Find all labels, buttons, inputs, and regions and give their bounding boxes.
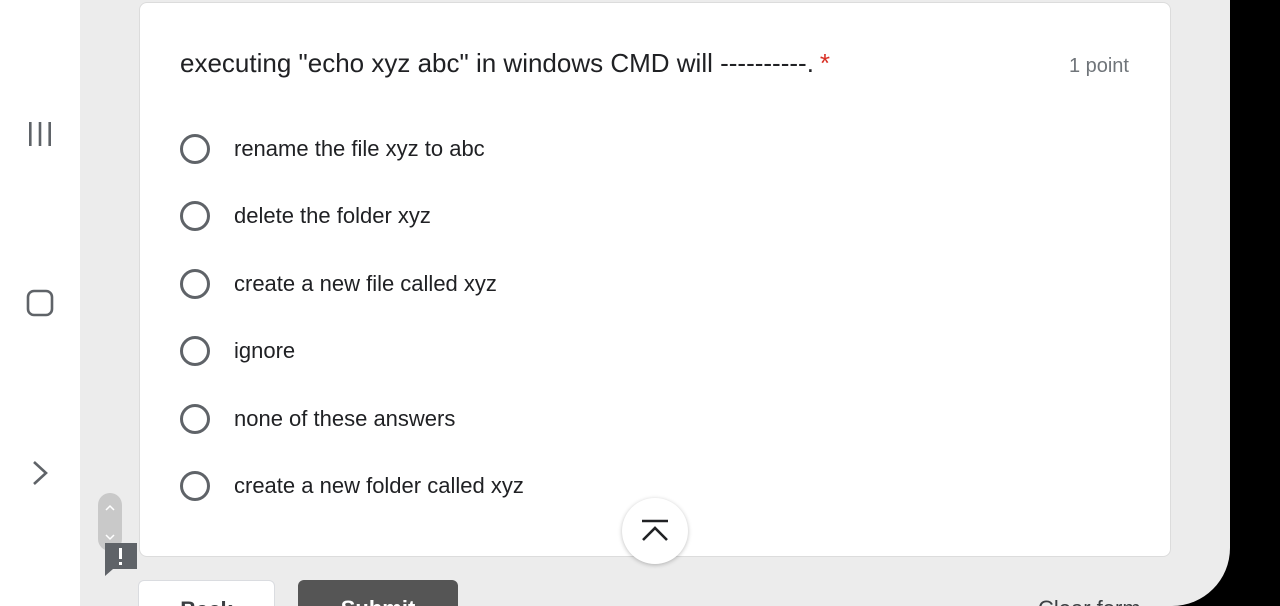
option-label: create a new folder called xyz	[234, 473, 524, 498]
option-label: rename the file xyz to abc	[234, 136, 485, 161]
option-rename-file[interactable]: rename the file xyz to abc	[178, 129, 778, 169]
option-label: none of these answers	[234, 406, 456, 431]
question-text: executing "echo xyz abc" in windows CMD …	[180, 48, 814, 78]
points-label: 1 point	[1068, 55, 1129, 77]
android-navigation-bar	[0, 0, 80, 606]
back-nav-button[interactable]	[10, 443, 70, 503]
radio-button[interactable]	[180, 201, 210, 231]
option-label: delete the folder xyz	[234, 203, 431, 228]
recents-button[interactable]	[10, 104, 70, 164]
question-title: executing "echo xyz abc" in windows CMD …	[180, 48, 830, 79]
option-label: ignore	[234, 338, 296, 363]
home-icon	[26, 289, 54, 317]
option-none[interactable]: none of these answers	[178, 399, 778, 439]
option-delete-folder[interactable]: delete the folder xyz	[178, 196, 778, 236]
recents-icon	[29, 122, 51, 146]
question-card: executing "echo xyz abc" in windows CMD …	[139, 2, 1171, 557]
form-screen: executing "echo xyz abc" in windows CMD …	[80, 0, 1230, 606]
required-asterisk: *	[819, 48, 831, 78]
report-feedback-button[interactable]	[103, 541, 139, 577]
radio-button[interactable]	[180, 404, 210, 434]
option-ignore[interactable]: ignore	[178, 331, 778, 371]
option-create-file[interactable]: create a new file called xyz	[178, 264, 778, 304]
option-label: create a new file called xyz	[234, 271, 497, 296]
back-chevron-icon	[33, 461, 48, 485]
home-button[interactable]	[10, 273, 70, 333]
radio-button[interactable]	[180, 336, 210, 366]
radio-button[interactable]	[180, 471, 210, 501]
chevron-up-icon	[105, 504, 115, 511]
scroll-to-top-icon	[642, 519, 668, 541]
clear-form-link[interactable]: Clear form	[1038, 596, 1141, 606]
scroll-to-top-button[interactable]	[622, 498, 688, 564]
option-create-folder[interactable]: create a new folder called xyz	[178, 466, 778, 506]
chevron-down-icon	[105, 533, 115, 540]
report-feedback-icon	[105, 543, 137, 576]
submit-button[interactable]: Submit	[298, 580, 458, 606]
radio-button[interactable]	[180, 269, 210, 299]
back-button[interactable]: Back	[138, 580, 275, 606]
radio-button[interactable]	[180, 134, 210, 164]
